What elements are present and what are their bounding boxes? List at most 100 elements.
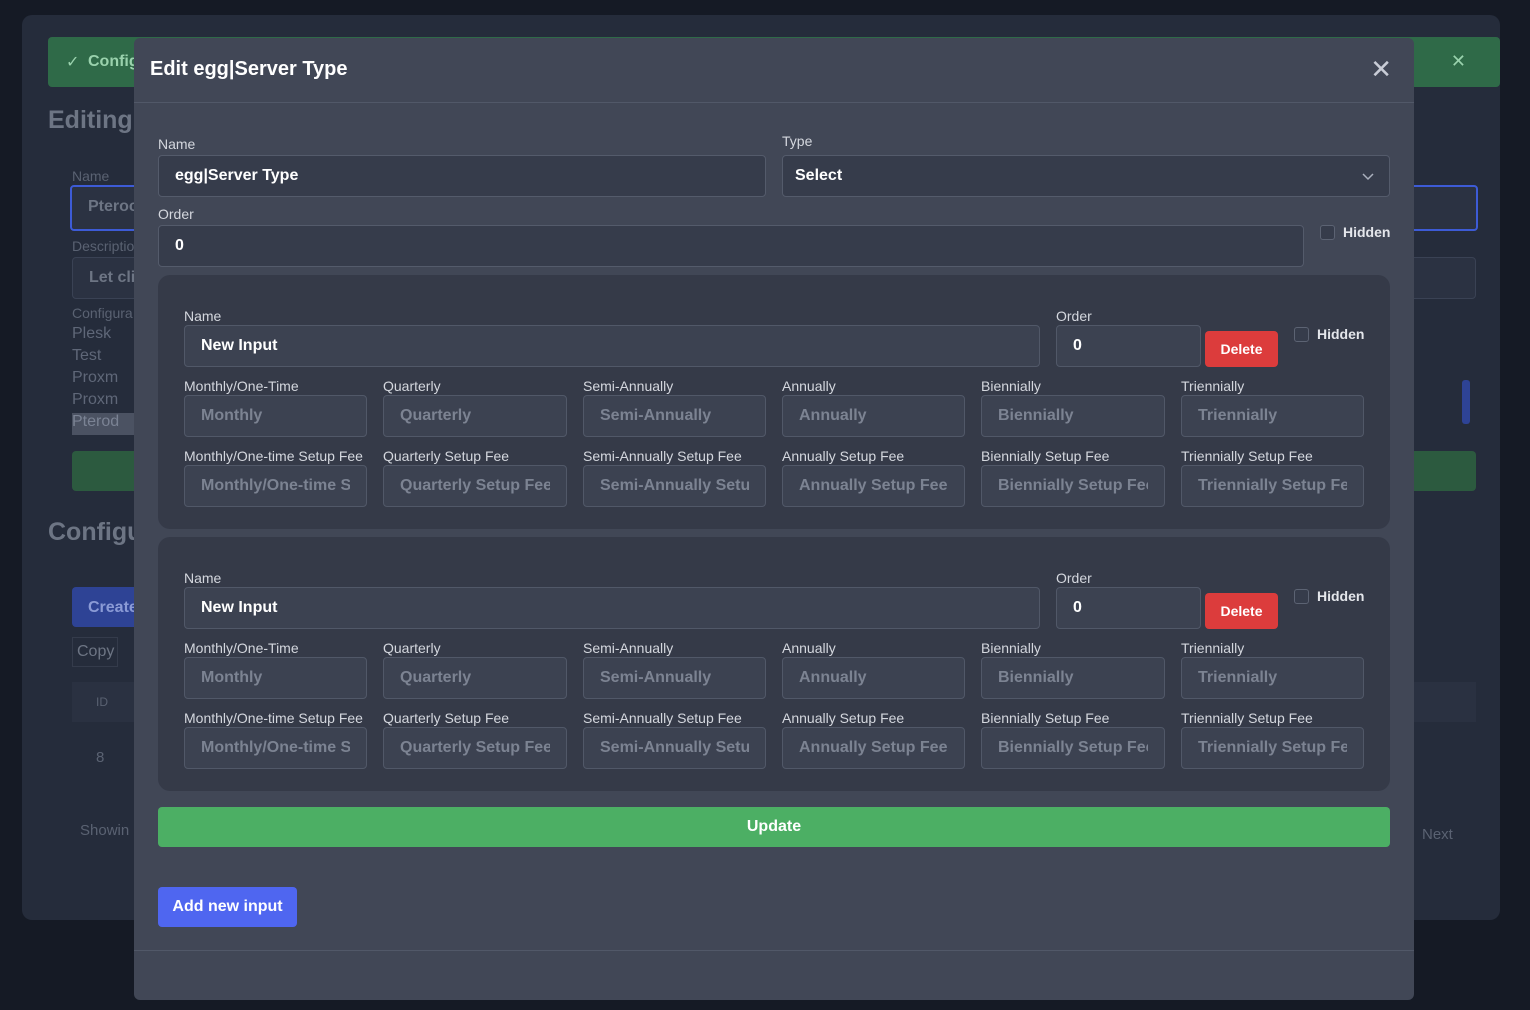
input-hidden-toggle[interactable]: Hidden (1294, 326, 1364, 342)
fee-label-annually: Annually Setup Fee (782, 710, 905, 726)
input-order-label: Order (1056, 308, 1092, 324)
price-label-annually: Annually (782, 640, 836, 656)
bg-copy-button[interactable]: Copy (72, 637, 118, 667)
input-order-label: Order (1056, 570, 1092, 586)
fee-label-biennially: Biennially Setup Fee (981, 448, 1110, 464)
input-hidden-label: Hidden (1317, 588, 1365, 604)
fee-input-triennially[interactable] (1181, 727, 1364, 769)
fee-input-semiannually[interactable] (583, 465, 766, 507)
hidden-checkbox[interactable] (1320, 224, 1335, 240)
price-label-semiannually: Semi-Annually (583, 640, 674, 656)
list-item[interactable]: Plesk (72, 325, 142, 347)
price-input-annually[interactable] (782, 395, 965, 437)
fee-label-annually: Annually Setup Fee (782, 448, 905, 464)
order-label: Order (158, 206, 194, 222)
order-input[interactable] (158, 225, 1304, 267)
list-item[interactable]: Proxm (72, 391, 142, 413)
fee-label-quarterly: Quarterly Setup Fee (383, 710, 510, 726)
chevron-down-icon (1362, 173, 1374, 181)
input-order-field[interactable] (1056, 587, 1201, 629)
modal-header: Edit egg|Server Type ✕ (134, 38, 1414, 103)
price-input-annually[interactable] (782, 657, 965, 699)
check-icon: ✓ (66, 54, 80, 71)
price-input-quarterly[interactable] (383, 657, 567, 699)
price-label-monthly: Monthly/One-Time (184, 640, 299, 656)
bg-scrollbar[interactable] (1462, 380, 1470, 424)
price-input-semiannually[interactable] (583, 395, 766, 437)
input-hidden-checkbox[interactable] (1294, 588, 1309, 604)
input-panel: Name Order Delete Hidden Monthly/One-Tim… (158, 275, 1390, 529)
input-hidden-label: Hidden (1317, 326, 1365, 342)
update-button[interactable]: Update (158, 807, 1390, 847)
fee-label-monthly: Monthly/One-time Setup Fee (184, 710, 363, 726)
type-select-value: Select (795, 167, 843, 184)
delete-button[interactable]: Delete (1205, 593, 1278, 629)
bg-section-title: Configu (48, 518, 143, 546)
name-label: Name (158, 136, 196, 152)
fee-input-quarterly[interactable] (383, 727, 567, 769)
fee-input-triennially[interactable] (1181, 465, 1364, 507)
add-new-input-button[interactable]: Add new input (158, 887, 297, 927)
bg-config-list[interactable]: Plesk Test Proxm Proxm Pterod (72, 325, 142, 435)
fee-label-triennially: Triennially Setup Fee (1181, 448, 1313, 464)
price-input-biennially[interactable] (981, 657, 1165, 699)
edit-modal: Edit egg|Server Type ✕ Name Type Select … (134, 38, 1414, 1000)
modal-title: Edit egg|Server Type (150, 58, 348, 80)
price-label-quarterly: Quarterly (383, 640, 441, 656)
input-order-field[interactable] (1056, 325, 1201, 367)
bg-next-link[interactable]: Next (1422, 826, 1453, 843)
page-title: Editing (48, 106, 133, 134)
list-item[interactable]: Pterod (72, 413, 142, 435)
fee-input-monthly[interactable] (184, 727, 367, 769)
price-label-monthly: Monthly/One-Time (184, 378, 299, 394)
fee-label-semiannually: Semi-Annually Setup Fee (583, 710, 742, 726)
price-label-semiannually: Semi-Annually (583, 378, 674, 394)
input-name-label: Name (184, 570, 222, 586)
fee-label-quarterly: Quarterly Setup Fee (383, 448, 510, 464)
bg-description-label: Descriptio (72, 238, 135, 254)
modal-footer-divider (134, 950, 1414, 951)
fee-input-annually[interactable] (782, 465, 965, 507)
input-name-field[interactable] (184, 325, 1040, 367)
fee-input-monthly[interactable] (184, 465, 367, 507)
alert-close-icon[interactable]: ✕ (1451, 51, 1466, 72)
fee-label-biennially: Biennially Setup Fee (981, 710, 1110, 726)
price-label-triennially: Triennially (1181, 378, 1245, 394)
price-input-triennially[interactable] (1181, 395, 1364, 437)
fee-input-annually[interactable] (782, 727, 965, 769)
price-input-triennially[interactable] (1181, 657, 1364, 699)
price-label-quarterly: Quarterly (383, 378, 441, 394)
name-input[interactable] (158, 155, 766, 197)
price-input-monthly[interactable] (184, 657, 367, 699)
fee-input-biennially[interactable] (981, 465, 1165, 507)
close-icon[interactable]: ✕ (1370, 56, 1392, 82)
fee-label-triennially: Triennially Setup Fee (1181, 710, 1313, 726)
list-item[interactable]: Test (72, 347, 142, 369)
input-name-label: Name (184, 308, 222, 324)
hidden-toggle[interactable]: Hidden (1320, 224, 1390, 240)
input-hidden-toggle[interactable]: Hidden (1294, 588, 1364, 604)
bg-name-label: Name (72, 168, 110, 184)
price-input-quarterly[interactable] (383, 395, 567, 437)
bg-config-label: Configura (72, 305, 133, 321)
fee-input-biennially[interactable] (981, 727, 1165, 769)
delete-button[interactable]: Delete (1205, 331, 1278, 367)
type-select[interactable]: Select (782, 155, 1390, 197)
hidden-label: Hidden (1343, 224, 1391, 240)
price-label-biennially: Biennially (981, 640, 1041, 656)
fee-input-quarterly[interactable] (383, 465, 567, 507)
input-hidden-checkbox[interactable] (1294, 326, 1309, 342)
fee-input-semiannually[interactable] (583, 727, 766, 769)
alert-text: Config (88, 53, 139, 70)
bg-row-id: 8 (96, 749, 105, 766)
price-input-monthly[interactable] (184, 395, 367, 437)
input-name-field[interactable] (184, 587, 1040, 629)
price-label-annually: Annually (782, 378, 836, 394)
price-input-biennially[interactable] (981, 395, 1165, 437)
price-label-triennially: Triennially (1181, 640, 1245, 656)
type-label: Type (782, 133, 813, 149)
price-label-biennially: Biennially (981, 378, 1041, 394)
input-panel: Name Order Delete Hidden Monthly/One-Tim… (158, 537, 1390, 791)
list-item[interactable]: Proxm (72, 369, 142, 391)
price-input-semiannually[interactable] (583, 657, 766, 699)
